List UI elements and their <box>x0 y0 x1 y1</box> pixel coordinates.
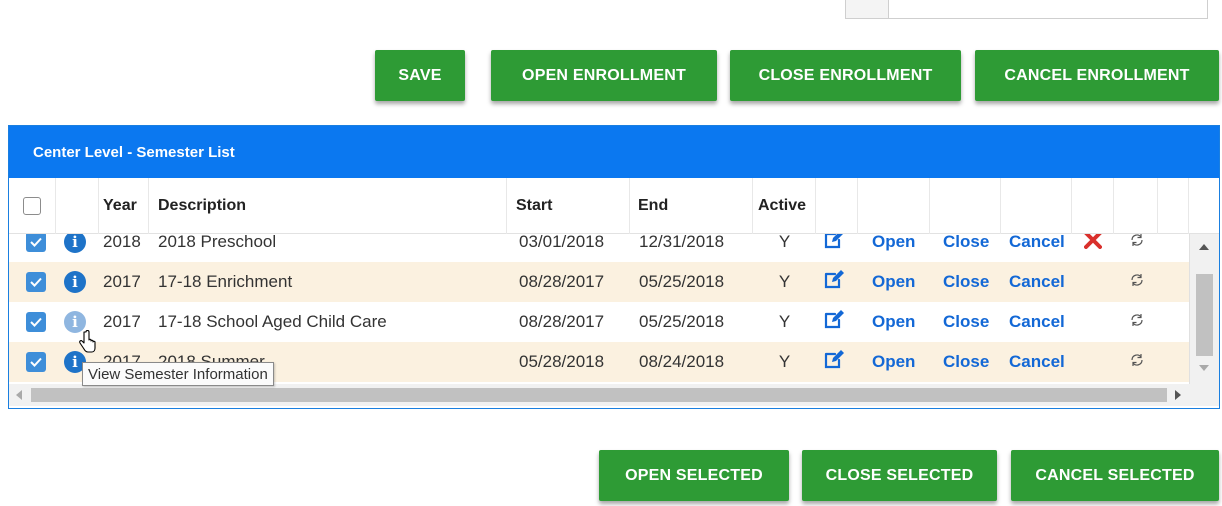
open-selected-button[interactable]: OPEN SELECTED <box>599 450 789 501</box>
end-header[interactable]: End <box>630 178 753 234</box>
open-link[interactable]: Open <box>872 302 930 342</box>
edit-icon <box>823 269 845 295</box>
checkmark-icon <box>26 352 46 372</box>
vertical-scrollbar[interactable] <box>1189 234 1219 384</box>
active-cell: Y <box>778 272 791 291</box>
edit-button[interactable] <box>823 262 855 302</box>
top-input-addon <box>846 0 889 18</box>
edit-icon <box>823 349 845 375</box>
info-icon: i <box>64 234 86 253</box>
start-header[interactable]: Start <box>507 178 630 234</box>
top-input-field[interactable] <box>845 0 1208 19</box>
cancel-enrollment-button[interactable]: CANCEL ENROLLMENT <box>975 50 1219 101</box>
panel-title: Center Level - Semester List <box>9 126 1219 178</box>
end-cell: 05/25/2018 <box>639 312 725 331</box>
cancel-selected-button[interactable]: CANCEL SELECTED <box>1011 450 1219 501</box>
end-cell: 05/25/2018 <box>639 272 725 291</box>
refresh-icon <box>1129 352 1145 373</box>
table-row: i 2018 2018 Preschool 03/01/2018 12/31/2018 Y… <box>9 234 1189 262</box>
info-button[interactable]: i <box>64 262 92 302</box>
checkmark-icon <box>26 312 46 332</box>
refresh-icon <box>1129 312 1145 333</box>
table-row: i 2017 17-18 School Aged Child Care 08/28/2… <box>9 302 1189 342</box>
table-header: Year Description Start End Active <box>9 178 1219 234</box>
active-cell: Y <box>778 352 791 371</box>
close-link[interactable]: Close <box>943 234 1001 262</box>
close-link[interactable]: Close <box>943 262 1001 302</box>
delete-header <box>1072 178 1114 234</box>
open-link[interactable]: Open <box>872 262 930 302</box>
close-link[interactable]: Close <box>943 302 1001 342</box>
delete-button[interactable] <box>1084 234 1106 262</box>
open-link[interactable]: Open <box>872 234 930 262</box>
save-button[interactable]: SAVE <box>375 50 465 101</box>
start-cell: 03/01/2018 <box>519 234 605 251</box>
scroll-left-arrow[interactable] <box>16 390 22 400</box>
info-header <box>56 178 99 234</box>
close-header <box>930 178 1001 234</box>
year-cell: 2018 <box>103 234 141 251</box>
close-enrollment-button[interactable]: CLOSE ENROLLMENT <box>730 50 961 101</box>
active-header[interactable]: Active <box>753 178 816 234</box>
horizontal-scrollbar-thumb[interactable] <box>31 388 1167 402</box>
row-checkbox[interactable] <box>26 234 50 262</box>
select-all-cell <box>9 178 56 234</box>
refresh-button[interactable] <box>1129 234 1149 262</box>
horizontal-scrollbar[interactable] <box>9 384 1219 406</box>
description-cell: 17-18 School Aged Child Care <box>158 312 387 331</box>
extra-header <box>1158 178 1189 234</box>
hand-cursor-icon <box>79 330 96 353</box>
row-checkbox[interactable] <box>26 302 50 342</box>
row-checkbox[interactable] <box>26 262 50 302</box>
delete-icon <box>1084 234 1102 254</box>
start-cell: 08/28/2017 <box>519 312 605 331</box>
edit-button[interactable] <box>823 302 855 342</box>
edit-button[interactable] <box>823 234 855 262</box>
refresh-header <box>1114 178 1158 234</box>
close-selected-button[interactable]: CLOSE SELECTED <box>802 450 997 501</box>
cancel-link[interactable]: Cancel <box>1009 342 1072 382</box>
year-cell: 2017 <box>103 272 141 291</box>
end-cell: 12/31/2018 <box>639 234 725 251</box>
description-cell: 17-18 Enrichment <box>158 272 293 291</box>
end-cell: 08/24/2018 <box>639 352 725 371</box>
scrollbar-thumb[interactable] <box>1196 274 1213 356</box>
scroll-down-arrow[interactable] <box>1199 365 1209 371</box>
open-link[interactable]: Open <box>872 342 930 382</box>
scroll-right-arrow[interactable] <box>1175 390 1181 400</box>
refresh-icon <box>1129 272 1145 293</box>
cancel-header <box>1001 178 1072 234</box>
scroll-up-arrow[interactable] <box>1199 244 1209 250</box>
year-header[interactable]: Year <box>99 178 149 234</box>
info-button[interactable]: i <box>64 234 92 262</box>
active-cell: Y <box>778 234 791 251</box>
start-cell: 05/28/2018 <box>519 352 605 371</box>
description-header[interactable]: Description <box>149 178 507 234</box>
refresh-button[interactable] <box>1129 262 1149 302</box>
cancel-link[interactable]: Cancel <box>1009 234 1072 262</box>
cancel-link[interactable]: Cancel <box>1009 302 1072 342</box>
select-all-checkbox[interactable] <box>23 197 41 215</box>
year-cell: 2017 <box>103 312 141 331</box>
checkmark-icon <box>26 272 46 292</box>
table-row: i 2017 17-18 Enrichment 08/28/2017 05/25/201… <box>9 262 1189 302</box>
open-header <box>858 178 930 234</box>
start-cell: 08/28/2017 <box>519 272 605 291</box>
close-link[interactable]: Close <box>943 342 1001 382</box>
row-checkbox[interactable] <box>26 342 50 382</box>
refresh-icon <box>1129 234 1145 253</box>
active-cell: Y <box>778 312 791 331</box>
edit-header <box>816 178 858 234</box>
edit-icon <box>823 309 845 335</box>
info-icon: i <box>64 271 86 293</box>
edit-button[interactable] <box>823 342 855 382</box>
edit-icon <box>823 234 845 255</box>
refresh-button[interactable] <box>1129 302 1149 342</box>
open-enrollment-button[interactable]: OPEN ENROLLMENT <box>491 50 717 101</box>
description-cell: 2018 Preschool <box>158 234 277 251</box>
cancel-link[interactable]: Cancel <box>1009 262 1072 302</box>
refresh-button[interactable] <box>1129 342 1149 382</box>
info-tooltip: View Semester Information <box>82 362 274 386</box>
checkmark-icon <box>26 234 46 252</box>
